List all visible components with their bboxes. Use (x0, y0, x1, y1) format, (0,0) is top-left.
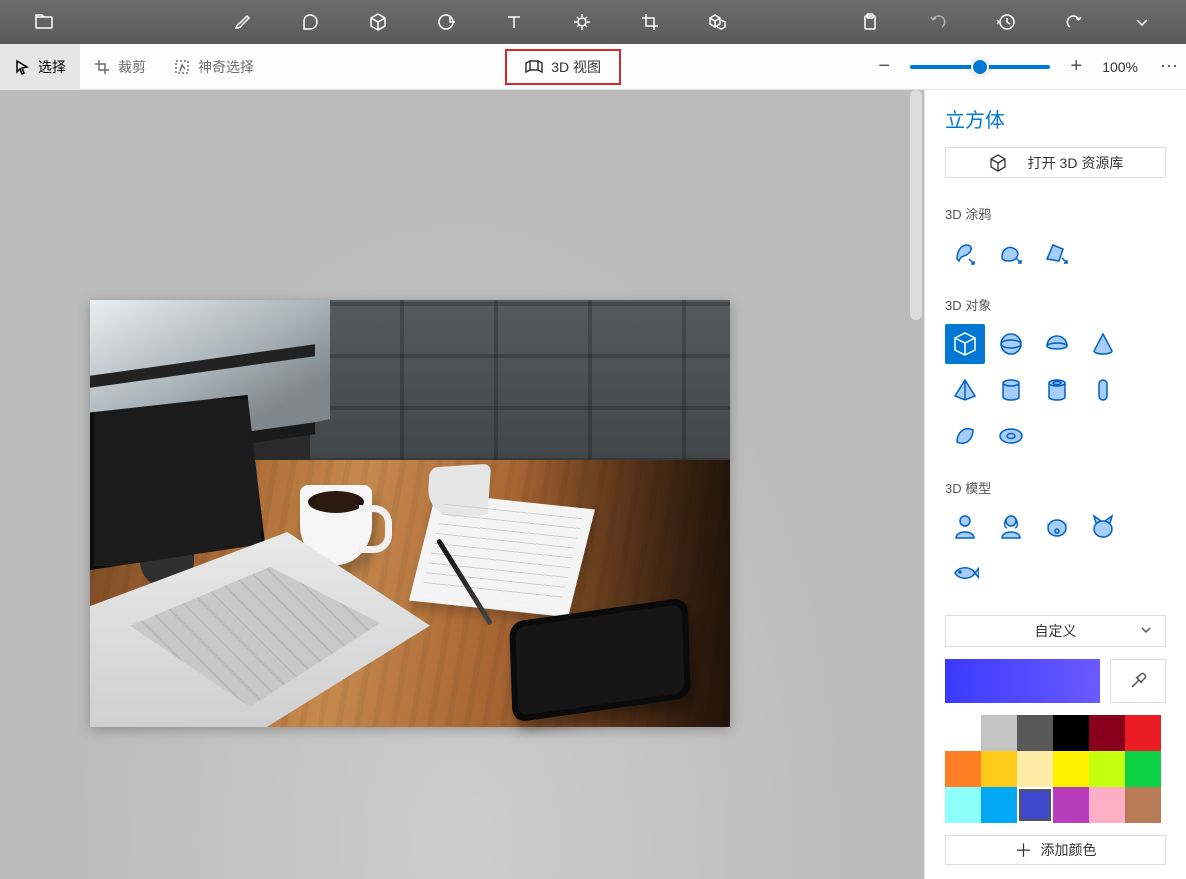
history-icon[interactable] (972, 0, 1040, 44)
canvas-image[interactable] (90, 300, 730, 727)
more-menu-icon[interactable]: ⋯ (1152, 56, 1186, 77)
doodle-tube[interactable] (945, 233, 985, 273)
undo-icon[interactable] (904, 0, 972, 44)
magic-label: 神奇选择 (198, 57, 254, 77)
select-tool-button[interactable]: 选择 (0, 44, 80, 90)
zoom-in-button[interactable]: + (1064, 55, 1088, 79)
color-swatch[interactable] (1053, 751, 1089, 787)
plus-icon: ＋ (1015, 837, 1033, 863)
zoom-thumb[interactable] (971, 58, 989, 76)
color-swatch[interactable] (1125, 715, 1161, 751)
color-swatch[interactable] (1125, 751, 1161, 787)
object-curved[interactable] (945, 416, 985, 456)
object-cylinder[interactable] (991, 370, 1031, 410)
view3d-label: 3D 视图 (551, 57, 601, 77)
magic-select-button[interactable]: 神奇选择 (160, 44, 268, 90)
section-3d-models: 3D 模型 (945, 478, 1166, 497)
doodle-soft[interactable] (991, 233, 1031, 273)
chevron-down-icon (1139, 623, 1153, 640)
color-swatch[interactable] (1017, 787, 1053, 823)
object-tube[interactable] (1037, 370, 1077, 410)
color-swatch[interactable] (981, 787, 1017, 823)
library-3d-icon[interactable] (684, 0, 752, 44)
shapes-2d-icon[interactable] (276, 0, 344, 44)
effects-icon[interactable] (548, 0, 616, 44)
canvas-viewport[interactable] (0, 90, 924, 879)
object-donut[interactable] (991, 416, 1031, 456)
open-3d-library-label: 打开 3D 资源库 (1028, 153, 1124, 173)
doodle-grid (945, 233, 1166, 273)
canvas-crop-icon[interactable] (616, 0, 684, 44)
model-man[interactable] (945, 507, 985, 547)
color-swatch[interactable] (1089, 751, 1125, 787)
view-3d-button[interactable]: 3D 视图 (505, 49, 621, 85)
object-pyramid[interactable] (945, 370, 985, 410)
open-3d-library-button[interactable]: 打开 3D 资源库 (945, 147, 1166, 178)
color-swatch[interactable] (945, 715, 981, 751)
canvas-scrollbar[interactable] (910, 90, 922, 320)
color-mode-label: 自定义 (1035, 621, 1077, 641)
object-hemisphere[interactable] (1037, 324, 1077, 364)
color-swatch[interactable] (1017, 751, 1053, 787)
eyedropper-button[interactable] (1110, 659, 1166, 703)
color-swatch[interactable] (981, 751, 1017, 787)
model-fish[interactable] (945, 553, 985, 593)
color-swatch[interactable] (1125, 787, 1161, 823)
object-cube[interactable] (945, 324, 985, 364)
color-swatch[interactable] (945, 751, 981, 787)
object-sphere[interactable] (991, 324, 1031, 364)
model-cat[interactable] (1083, 507, 1123, 547)
expand-down-icon[interactable] (1108, 0, 1176, 44)
color-swatch[interactable] (945, 787, 981, 823)
text-icon[interactable] (480, 0, 548, 44)
color-swatch[interactable] (1053, 715, 1089, 751)
redo-icon[interactable] (1040, 0, 1108, 44)
color-swatch[interactable] (981, 715, 1017, 751)
right-panel: 立方体 打开 3D 资源库 3D 涂鸦 3D 对象 3D 模型 (924, 90, 1186, 879)
top-toolbar (0, 0, 1186, 44)
add-color-button[interactable]: ＋ 添加颜色 (945, 835, 1166, 865)
panel-title: 立方体 (945, 104, 1166, 133)
color-swatch[interactable] (1089, 715, 1125, 751)
color-palette (945, 715, 1161, 823)
brush-icon[interactable] (208, 0, 276, 44)
color-swatch[interactable] (1017, 715, 1053, 751)
color-mode-dropdown[interactable]: 自定义 (945, 615, 1166, 646)
model-woman[interactable] (991, 507, 1031, 547)
objects-grid (945, 324, 1166, 456)
object-cone[interactable] (1083, 324, 1123, 364)
section-3d-objects: 3D 对象 (945, 295, 1166, 314)
zoom-controls: − + 100% (858, 55, 1152, 79)
add-color-label: 添加颜色 (1041, 840, 1097, 860)
model-dog[interactable] (1037, 507, 1077, 547)
object-capsule[interactable] (1083, 370, 1123, 410)
section-3d-doodle: 3D 涂鸦 (945, 204, 1166, 223)
zoom-slider[interactable] (910, 65, 1050, 69)
menu-folder-icon[interactable] (10, 0, 78, 44)
color-swatch[interactable] (1053, 787, 1089, 823)
stickers-icon[interactable] (412, 0, 480, 44)
main-area: 立方体 打开 3D 资源库 3D 涂鸦 3D 对象 3D 模型 (0, 90, 1186, 879)
zoom-value: 100% (1102, 59, 1138, 75)
models-grid (945, 507, 1166, 593)
doodle-sharp[interactable] (1037, 233, 1077, 273)
color-swatch[interactable] (1089, 787, 1125, 823)
current-color-swatch[interactable] (945, 659, 1100, 703)
sub-toolbar: 选择 裁剪 神奇选择 3D 视图 − + 100% ⋯ (0, 44, 1186, 90)
shapes-3d-icon[interactable] (344, 0, 412, 44)
crop-tool-button[interactable]: 裁剪 (80, 44, 160, 90)
paste-icon[interactable] (836, 0, 904, 44)
crop-label: 裁剪 (118, 57, 146, 77)
zoom-out-button[interactable]: − (872, 55, 896, 79)
select-label: 选择 (38, 57, 66, 77)
